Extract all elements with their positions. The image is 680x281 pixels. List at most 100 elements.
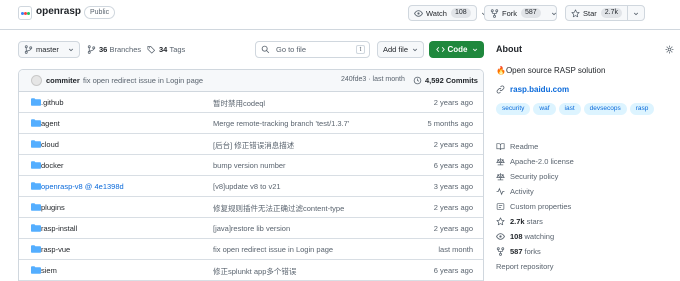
- star-dropdown[interactable]: [628, 6, 644, 20]
- file-row[interactable]: plugins 修复规则插件无法正确过滤content-type 2 years a…: [19, 197, 483, 218]
- security-policy-link[interactable]: Security policy: [496, 172, 558, 181]
- file-commit-date: last month: [438, 245, 473, 254]
- license-link[interactable]: Apache-2.0 license: [496, 157, 574, 166]
- custom-properties-link[interactable]: Custom properties: [496, 202, 571, 211]
- folder-icon: [31, 161, 41, 169]
- search-placeholder: Go to file: [276, 45, 307, 54]
- topic-tag[interactable]: waf: [533, 103, 556, 115]
- fork-icon: [490, 8, 499, 18]
- commit-author[interactable]: commiter: [46, 76, 80, 85]
- file-name[interactable]: openrasp-v8 @ 4e1398d: [41, 182, 124, 191]
- fork-icon: [496, 247, 505, 256]
- chevron-down-icon: [633, 12, 639, 15]
- watching-label: watching: [524, 232, 555, 241]
- watching-link[interactable]: 108 watching: [496, 232, 554, 241]
- folder-icon: [31, 245, 41, 253]
- custom-properties-label: Custom properties: [510, 202, 572, 211]
- tags-link[interactable]: 34 Tags: [147, 45, 185, 54]
- watch-button[interactable]: Watch 108: [408, 5, 486, 21]
- file-name[interactable]: agent: [41, 119, 60, 128]
- file-row[interactable]: openrasp-v8 @ 4e1398d [v8]update v8 to v2…: [19, 176, 483, 197]
- tags-count: 34: [159, 45, 168, 54]
- file-commit-message[interactable]: [v8]update v8 to v21: [213, 182, 281, 191]
- file-commit-message[interactable]: fix open redirect issue in Login page: [213, 245, 333, 254]
- add-file-button[interactable]: Add file: [377, 41, 424, 58]
- fork-button[interactable]: Fork 587: [484, 5, 557, 21]
- star-button[interactable]: Star 2.7k: [565, 5, 645, 21]
- book-icon: [496, 143, 505, 150]
- security-policy-label: Security policy: [510, 172, 559, 181]
- file-name[interactable]: .github: [41, 98, 64, 107]
- commits-link[interactable]: 4,592 Commits: [413, 76, 478, 85]
- watch-count: 108: [450, 8, 471, 18]
- file-commit-message[interactable]: 修正splunkt app多个错误: [213, 266, 296, 277]
- activity-link[interactable]: Activity: [496, 187, 534, 196]
- folder-icon: [31, 266, 41, 274]
- report-repository-link[interactable]: Report repository: [496, 262, 554, 271]
- branches-label: Branches: [109, 45, 142, 54]
- file-commit-message[interactable]: 修复规则插件无法正确过滤content-type: [213, 203, 344, 214]
- fork-dropdown[interactable]: [546, 6, 562, 20]
- commit-sha[interactable]: 240fde3 · last month: [341, 76, 405, 83]
- file-commit-date: 2 years ago: [433, 140, 473, 149]
- stars-label: stars: [526, 217, 543, 226]
- org-avatar[interactable]: [18, 6, 32, 20]
- topic-tag[interactable]: security: [496, 103, 531, 115]
- file-name[interactable]: cloud: [41, 140, 59, 149]
- go-to-file-input[interactable]: Go to file t: [255, 41, 370, 58]
- file-name[interactable]: plugins: [41, 203, 65, 212]
- star-count: 2.7k: [600, 8, 622, 18]
- report-label: Report repository: [496, 262, 554, 271]
- topic-tag[interactable]: iast: [558, 103, 581, 115]
- history-icon: [413, 76, 422, 85]
- tag-icon: [147, 46, 155, 54]
- file-row[interactable]: cloud [后台] 修正错误消息描述 2 years ago: [19, 134, 483, 155]
- branch-selector[interactable]: master: [18, 41, 80, 58]
- eye-icon: [496, 233, 505, 240]
- website-link[interactable]: rasp.baidu.com: [496, 85, 569, 94]
- file-row[interactable]: docker bump version number 6 years ago: [19, 155, 483, 176]
- submodule-folder-icon: [31, 182, 41, 190]
- header-divider: [0, 29, 680, 30]
- repo-name[interactable]: openrasp: [36, 6, 81, 17]
- chevron-down-icon: [412, 48, 418, 52]
- file-commit-message[interactable]: [java]restore lib version: [213, 224, 290, 233]
- forks-link[interactable]: 587 forks: [496, 247, 541, 256]
- fork-count: 587: [521, 8, 541, 18]
- file-commit-message[interactable]: 暂时禁用codeql: [213, 98, 265, 109]
- file-row[interactable]: siem 修正splunkt app多个错误 6 years ago: [19, 260, 483, 281]
- folder-icon: [31, 224, 41, 232]
- branches-link[interactable]: 36 Branches: [87, 45, 141, 54]
- star-label: Star: [583, 8, 597, 18]
- branches-count: 36: [99, 45, 108, 54]
- topic-tag[interactable]: devsecops: [583, 103, 627, 115]
- file-row[interactable]: rasp-vue fix open redirect issue in Login…: [19, 239, 483, 260]
- commit-author-avatar[interactable]: [31, 75, 42, 86]
- file-commit-message[interactable]: Merge remote-tracking branch 'test/1.3.7…: [213, 119, 349, 128]
- topic-tag[interactable]: rasp: [629, 103, 655, 115]
- file-commit-message[interactable]: bump version number: [213, 161, 286, 170]
- stars-link[interactable]: 2.7k stars: [496, 217, 543, 226]
- repo-description: 🔥Open source RASP solution: [496, 66, 606, 75]
- chevron-down-icon: [472, 48, 477, 52]
- readme-label: Readme: [510, 142, 539, 151]
- file-row[interactable]: .github 暂时禁用codeql 2 years ago: [19, 92, 483, 113]
- file-row[interactable]: rasp-install [java]restore lib version 2 y…: [19, 218, 483, 239]
- file-name[interactable]: docker: [41, 161, 64, 170]
- shortcut-key: t: [356, 45, 365, 54]
- readme-link[interactable]: Readme: [496, 142, 538, 151]
- settings-gear-icon[interactable]: [665, 45, 674, 54]
- fork-label: Fork: [502, 8, 517, 18]
- commit-message[interactable]: fix open redirect issue in Login page: [83, 76, 203, 85]
- file-name[interactable]: rasp-vue: [41, 245, 70, 254]
- code-button[interactable]: Code: [429, 41, 484, 58]
- file-name[interactable]: rasp-install: [41, 224, 77, 233]
- file-row[interactable]: agent Merge remote-tracking branch 'test/…: [19, 113, 483, 134]
- file-name[interactable]: siem: [41, 266, 57, 275]
- file-commit-date: 2 years ago: [433, 224, 473, 233]
- visibility-badge: Public: [84, 6, 116, 19]
- watch-label: Watch: [426, 8, 447, 18]
- file-commit-message[interactable]: [后台] 修正错误消息描述: [213, 140, 294, 151]
- code-icon: [435, 46, 445, 53]
- topics-list: security waf iast devsecops rasp: [496, 103, 676, 115]
